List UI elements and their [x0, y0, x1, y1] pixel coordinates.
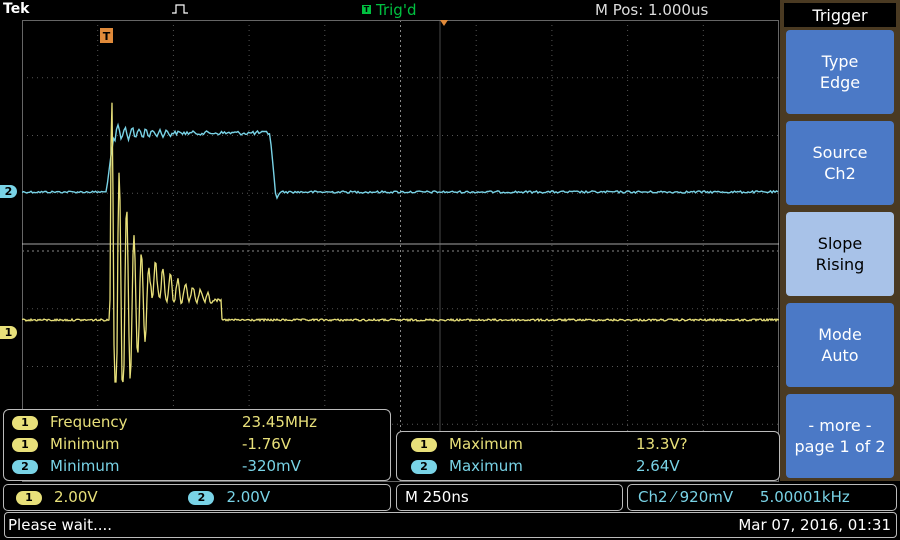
trigger-type-button[interactable]: Type Edge — [786, 30, 894, 114]
more-menu-button[interactable]: - more - page 1 of 2 — [786, 394, 894, 478]
date-time: Mar 07, 2016, 01:31 — [738, 516, 891, 534]
trigger-source-button[interactable]: Source Ch2 — [786, 121, 894, 205]
measurement-row: 1 Maximum 13.3V? — [411, 434, 771, 454]
horizontal-position-marker — [440, 20, 448, 26]
horizontal-position: M Pos: 1.000us — [595, 1, 709, 19]
measurement-value: -320mV — [242, 457, 301, 475]
ch2-ground-marker[interactable]: 2 — [0, 185, 17, 198]
measurement-value: 2.64V — [636, 457, 680, 475]
trigger-source: Ch2 — [638, 488, 668, 506]
measurement-label: Minimum — [50, 435, 120, 453]
measurement-value: 13.3V? — [636, 435, 688, 453]
measurement-row: 2 Minimum -320mV — [12, 456, 382, 476]
more-label: - more - — [808, 416, 872, 435]
timebase-readout[interactable]: M 250ns — [396, 484, 623, 511]
ch1-badge: 1 — [12, 437, 38, 452]
ch1-badge: 1 — [12, 415, 38, 430]
trigger-marker-label: T — [103, 30, 111, 43]
measurement-value: -1.76V — [242, 435, 292, 453]
trigger-level: 920mV — [679, 488, 734, 506]
measurement-readout-right[interactable]: 1 Maximum 13.3V? 2 Maximum 2.64V — [396, 431, 780, 481]
trigger-mode-label: Mode — [818, 325, 862, 344]
trigger-type-label: Type — [821, 52, 859, 71]
page-indicator: page 1 of 2 — [794, 437, 886, 456]
trigger-slope-value: Rising — [815, 255, 865, 274]
ch2-badge: 2 — [411, 459, 437, 474]
ch1-scale: 2.00V — [54, 488, 98, 506]
measurement-label: Minimum — [50, 457, 120, 475]
trigger-slope-label: Slope — [817, 234, 863, 253]
trigger-side-menu: Trigger Type Edge Source Ch2 Slope Risin… — [780, 0, 900, 481]
measurement-row: 1 Minimum -1.76V — [12, 434, 382, 454]
trigger-status: Trig'd — [376, 1, 417, 19]
brand-label: Tek — [3, 1, 30, 17]
measurement-row: 1 Frequency 23.45MHz — [12, 412, 382, 432]
menu-title: Trigger — [784, 3, 896, 27]
status-message: Please wait.... — [8, 516, 113, 534]
rising-edge-icon: ⁄ — [672, 488, 675, 506]
timebase-value: M 250ns — [405, 488, 469, 506]
trigger-frequency: 5.00001kHz — [759, 488, 850, 506]
ch2-badge: 2 — [12, 459, 38, 474]
trigger-mode-value: Auto — [821, 346, 859, 365]
vertical-scale-readout[interactable]: 1 2.00V 2 2.00V — [3, 484, 391, 511]
measurement-value: 23.45MHz — [242, 413, 318, 431]
ch2-badge: 2 — [188, 490, 215, 505]
ch1-badge: 1 — [411, 437, 437, 452]
run-pulse-icon — [172, 4, 188, 14]
trigger-status-icon: T — [362, 5, 371, 14]
trigger-slope-button[interactable]: Slope Rising — [786, 212, 894, 296]
trigger-mode-button[interactable]: Mode Auto — [786, 303, 894, 387]
measurement-readout-left[interactable]: 1 Frequency 23.45MHz 1 Minimum -1.76V 2 Min… — [3, 409, 391, 481]
ch2-scale: 2.00V — [226, 488, 271, 506]
trigger-source-label: Source — [812, 143, 868, 162]
measurement-row: 2 Maximum 2.64V — [411, 456, 771, 476]
measurement-label: Maximum — [449, 457, 523, 475]
measurement-label: Maximum — [449, 435, 523, 453]
message-box: Please wait.... Mar 07, 2016, 01:31 — [4, 512, 897, 538]
trigger-type-value: Edge — [819, 73, 861, 92]
ch1-ground-marker[interactable]: 1 — [0, 326, 17, 339]
trigger-position-marker: T — [100, 28, 113, 43]
ch1-badge: 1 — [16, 490, 42, 505]
measurement-label: Frequency — [50, 413, 128, 431]
trigger-readout[interactable]: Ch2 ⁄ 920mV 5.00001kHz — [627, 484, 897, 511]
top-status-bar: Tek T Trig'd M Pos: 1.000us — [0, 0, 780, 20]
trigger-source-value: Ch2 — [824, 164, 856, 183]
